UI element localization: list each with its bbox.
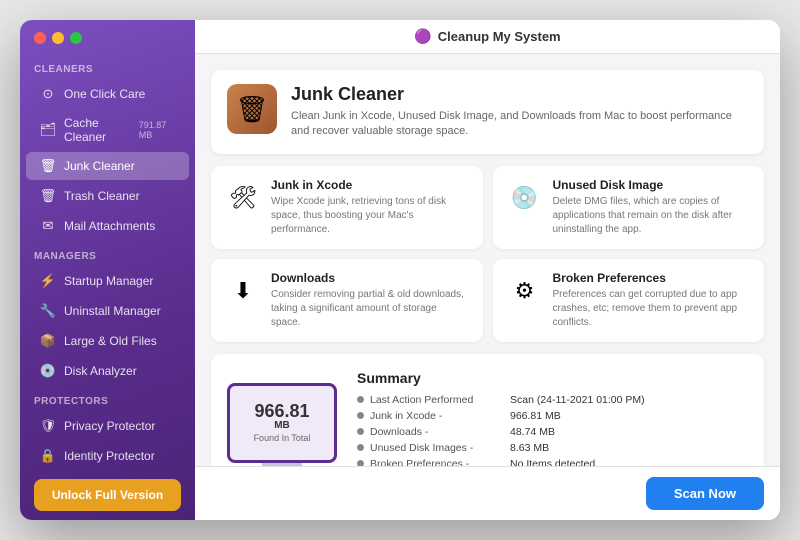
summary-details: Summary Last Action Performed Scan (24-1… xyxy=(357,370,748,466)
disk-image-icon: 💿 xyxy=(507,180,543,216)
junk-cleaner-app-icon: 🗑 xyxy=(227,84,277,134)
summary-row-2: Downloads - 48.74 MB xyxy=(357,426,748,438)
disk-analyzer-icon: 💿 xyxy=(40,363,56,379)
sidebar-item-uninstall-manager[interactable]: 🔧 Uninstall Manager xyxy=(26,297,189,325)
cache-cleaner-icon: 🗂 xyxy=(40,122,56,138)
downloads-feature-desc: Consider removing partial & old download… xyxy=(271,288,469,330)
summary-card: 966.81 MB Found In Total Summary Last Ac… xyxy=(211,354,764,466)
bottom-bar: Scan Now xyxy=(195,466,780,520)
privacy-protector-icon: 🛡 xyxy=(40,418,56,434)
summary-value-0: Scan (24-11-2021 01:00 PM) xyxy=(510,394,645,406)
protectors-section-label: Protectors xyxy=(20,386,195,411)
downloads-feature-title: Downloads xyxy=(271,271,469,285)
disk-image-feature-title: Unused Disk Image xyxy=(553,178,751,192)
header-text: Junk Cleaner Clean Junk in Xcode, Unused… xyxy=(291,84,748,140)
traffic-lights xyxy=(20,20,195,54)
disk-image-feature-desc: Delete DMG files, which are copies of ap… xyxy=(553,195,751,237)
sidebar-item-mail-attachments[interactable]: ✉ Mail Attachments xyxy=(26,212,189,240)
summary-label-4: Broken Preferences - xyxy=(370,458,510,466)
total-size: 966.81 xyxy=(254,402,309,420)
sidebar-item-privacy-protector[interactable]: 🛡 Privacy Protector xyxy=(26,412,189,440)
topbar-title: Cleanup My System xyxy=(438,29,561,44)
summary-row-0: Last Action Performed Scan (24-11-2021 0… xyxy=(357,394,748,406)
summary-label-0: Last Action Performed xyxy=(370,394,510,406)
identity-protector-icon: 🔒 xyxy=(40,448,56,464)
minimize-button[interactable] xyxy=(52,32,64,44)
feature-grid: 🛠 Junk in Xcode Wipe Xcode junk, retriev… xyxy=(211,166,764,342)
sidebar: Cleaners ⊙ One Click Care 🗂 Cache Cleane… xyxy=(20,20,195,520)
total-unit: MB xyxy=(274,420,290,431)
header-card: 🗑 Junk Cleaner Clean Junk in Xcode, Unus… xyxy=(211,70,764,154)
summary-label-3: Unused Disk Images - xyxy=(370,442,510,454)
sidebar-item-junk-cleaner[interactable]: 🗑 Junk Cleaner xyxy=(26,152,189,180)
summary-value-4: No Items detected xyxy=(510,458,595,466)
feature-card-xcode: 🛠 Junk in Xcode Wipe Xcode junk, retriev… xyxy=(211,166,483,249)
summary-row-1: Junk in Xcode - 966.81 MB xyxy=(357,410,748,422)
preferences-icon: ⚙ xyxy=(507,273,543,309)
uninstall-manager-icon: 🔧 xyxy=(40,303,56,319)
page-title: Junk Cleaner xyxy=(291,84,748,105)
topbar: 🟣 Cleanup My System xyxy=(195,20,780,54)
sidebar-item-trash-cleaner[interactable]: 🗑 Trash Cleaner xyxy=(26,182,189,210)
summary-row-4: Broken Preferences - No Items detected xyxy=(357,458,748,466)
app-window: Cleaners ⊙ One Click Care 🗂 Cache Cleane… xyxy=(20,20,780,520)
startup-manager-icon: ⚡ xyxy=(40,273,56,289)
content-area: 🗑 Junk Cleaner Clean Junk in Xcode, Unus… xyxy=(195,54,780,466)
xcode-feature-title: Junk in Xcode xyxy=(271,178,469,192)
sidebar-item-identity-protector[interactable]: 🔒 Identity Protector xyxy=(26,442,189,470)
feature-card-downloads: ⬇ Downloads Consider removing partial & … xyxy=(211,259,483,342)
found-label: Found In Total xyxy=(254,433,311,443)
summary-value-2: 48.74 MB xyxy=(510,426,555,438)
summary-label-1: Junk in Xcode - xyxy=(370,410,510,422)
junk-cleaner-icon: 🗑 xyxy=(40,158,56,174)
summary-label-2: Downloads - xyxy=(370,426,510,438)
summary-value-1: 966.81 MB xyxy=(510,410,561,422)
monitor-display: 966.81 MB Found In Total xyxy=(227,383,337,466)
page-description: Clean Junk in Xcode, Unused Disk Image, … xyxy=(291,109,748,140)
cache-badge: 791.87 MB xyxy=(139,120,175,140)
sidebar-item-one-click-care[interactable]: ⊙ One Click Care xyxy=(26,80,189,108)
downloads-icon: ⬇ xyxy=(225,273,261,309)
topbar-icon: 🟣 xyxy=(414,28,431,45)
summary-row-3: Unused Disk Images - 8.63 MB xyxy=(357,442,748,454)
xcode-feature-desc: Wipe Xcode junk, retrieving tons of disk… xyxy=(271,195,469,237)
large-old-files-icon: 📦 xyxy=(40,333,56,349)
summary-title: Summary xyxy=(357,370,748,386)
cleaners-section-label: Cleaners xyxy=(20,54,195,79)
xcode-icon: 🛠 xyxy=(225,180,261,216)
summary-value-3: 8.63 MB xyxy=(510,442,549,454)
scan-now-button[interactable]: Scan Now xyxy=(646,477,764,510)
preferences-feature-desc: Preferences can get corrupted due to app… xyxy=(553,288,751,330)
sidebar-item-disk-analyzer[interactable]: 💿 Disk Analyzer xyxy=(26,357,189,385)
summary-dot-0 xyxy=(357,396,364,403)
maximize-button[interactable] xyxy=(70,32,82,44)
mail-attachments-icon: ✉ xyxy=(40,218,56,234)
one-click-care-icon: ⊙ xyxy=(40,86,56,102)
summary-dot-2 xyxy=(357,428,364,435)
sidebar-item-large-old-files[interactable]: 📦 Large & Old Files xyxy=(26,327,189,355)
managers-section-label: Managers xyxy=(20,241,195,266)
feature-card-preferences: ⚙ Broken Preferences Preferences can get… xyxy=(493,259,765,342)
sidebar-item-startup-manager[interactable]: ⚡ Startup Manager xyxy=(26,267,189,295)
summary-dot-3 xyxy=(357,444,364,451)
unlock-full-version-button[interactable]: Unlock Full Version xyxy=(34,479,181,511)
trash-cleaner-icon: 🗑 xyxy=(40,188,56,204)
monitor-screen: 966.81 MB Found In Total xyxy=(227,383,337,463)
main-content: 🟣 Cleanup My System 🗑 Junk Cleaner Clean… xyxy=(195,20,780,520)
summary-dot-1 xyxy=(357,412,364,419)
sidebar-item-cache-cleaner[interactable]: 🗂 Cache Cleaner 791.87 MB xyxy=(26,110,189,150)
preferences-feature-title: Broken Preferences xyxy=(553,271,751,285)
feature-card-disk-image: 💿 Unused Disk Image Delete DMG files, wh… xyxy=(493,166,765,249)
close-button[interactable] xyxy=(34,32,46,44)
